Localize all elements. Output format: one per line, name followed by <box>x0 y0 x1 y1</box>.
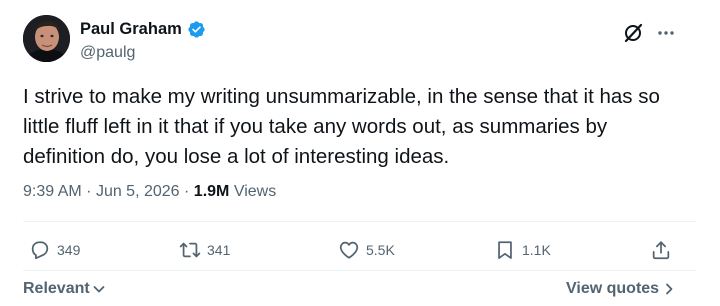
share-icon <box>652 241 670 260</box>
divider <box>23 270 696 271</box>
view-quotes-label: View quotes <box>566 280 660 297</box>
views-label: Views <box>233 183 277 200</box>
author-name-row: Paul Graham <box>80 19 206 39</box>
tweet-time[interactable]: 9:39 AM <box>23 183 82 200</box>
retweet-button[interactable]: 341 <box>179 238 230 262</box>
action-bar: 349 341 5.5K 1.1K <box>23 238 683 262</box>
verified-badge-icon[interactable] <box>187 20 206 39</box>
meta-separator: · <box>86 183 96 200</box>
tweet-text: I strive to make my writing unsummarizab… <box>23 85 660 168</box>
meta-separator: · <box>184 183 194 200</box>
like-count: 5.5K <box>366 242 395 258</box>
reply-icon <box>31 241 49 260</box>
author-display-name[interactable]: Paul Graham <box>80 19 182 39</box>
view-quotes-link[interactable]: View quotes <box>566 280 675 298</box>
retweet-count: 341 <box>207 242 231 258</box>
views-count: 1.9M <box>193 183 230 200</box>
author-handle[interactable]: @paulg <box>80 43 135 63</box>
chevron-right-icon <box>666 283 673 295</box>
avatar-image <box>23 15 70 62</box>
share-button[interactable] <box>650 238 672 262</box>
tweet-date[interactable]: Jun 5, 2026 <box>96 183 180 200</box>
bookmark-count: 1.1K <box>522 242 551 258</box>
tweet-card: Paul Graham @paulg I strive to make my w… <box>0 0 720 306</box>
bookmark-icon <box>498 241 512 259</box>
retweet-icon <box>179 242 201 258</box>
avatar[interactable] <box>23 15 70 62</box>
bookmark-button[interactable]: 1.1K <box>494 238 551 262</box>
sort-label: Relevant <box>23 280 90 297</box>
like-button[interactable]: 5.5K <box>338 238 395 262</box>
divider <box>23 221 696 222</box>
tweet-meta: 9:39 AM · Jun 5, 2026 · 1.9M Views <box>23 182 276 202</box>
chevron-down-icon <box>93 286 105 293</box>
more-options-icon[interactable] <box>656 23 676 43</box>
reply-button[interactable]: 349 <box>29 238 80 262</box>
reply-count: 349 <box>57 242 81 258</box>
sort-dropdown[interactable]: Relevant <box>23 280 106 298</box>
heart-icon <box>339 241 359 259</box>
grok-icon[interactable] <box>622 22 644 44</box>
